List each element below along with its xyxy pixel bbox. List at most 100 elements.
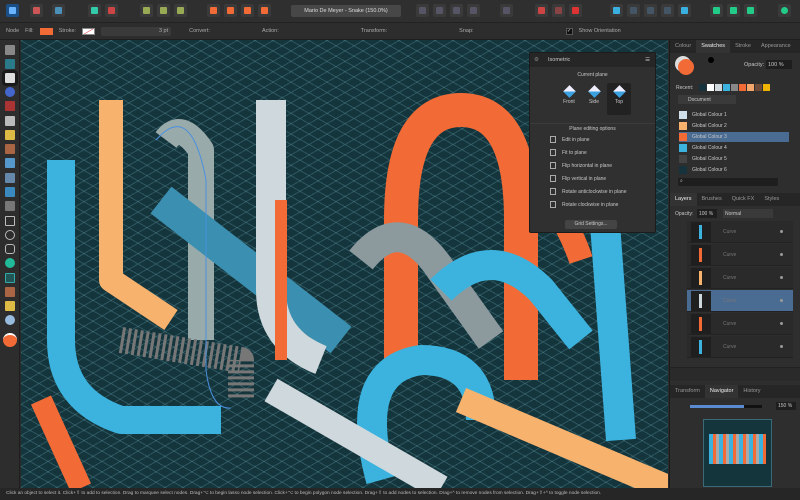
export-persona-icon[interactable] [52, 4, 65, 17]
opacity-field[interactable]: 100 % [766, 60, 792, 69]
swatch-search-input[interactable]: ⌕ [678, 178, 778, 186]
mask-icon[interactable] [552, 4, 565, 17]
zoom-field[interactable]: 150 % [776, 402, 796, 410]
layer-opacity-field[interactable]: 100 % [697, 209, 717, 218]
recent-color-swatch[interactable] [731, 84, 738, 91]
flip-horizontal-button[interactable]: Flip horizontal in plane [550, 162, 612, 169]
visibility-icon[interactable] [780, 322, 783, 325]
corner-tool-icon[interactable] [5, 101, 15, 111]
flip-vertical-icon[interactable] [433, 4, 446, 17]
layers-footer-buttons[interactable] [670, 367, 800, 381]
measure-tool-icon[interactable] [5, 301, 15, 311]
magnet-snap-icon[interactable] [569, 4, 582, 17]
tab-layers[interactable]: Layers [670, 193, 697, 206]
visibility-icon[interactable] [780, 345, 783, 348]
gear-icon[interactable]: ⚙ [534, 57, 548, 63]
tab-colour[interactable]: Colour [670, 40, 696, 53]
tab-styles[interactable]: Styles [759, 193, 784, 206]
layer-row[interactable]: Curve [687, 336, 793, 358]
swatch-item[interactable]: Global Colour 5 [679, 154, 789, 164]
fill-swatch[interactable] [39, 27, 53, 35]
recent-color-swatch[interactable] [747, 84, 754, 91]
plane-side-button[interactable]: Side [582, 83, 606, 115]
tab-transform[interactable]: Transform [670, 385, 705, 398]
pixel-persona-icon[interactable] [30, 4, 43, 17]
recent-color-swatch[interactable] [707, 84, 714, 91]
swatch-item[interactable]: Global Colour 3 [679, 132, 789, 142]
crop-tool-icon[interactable] [5, 201, 15, 211]
grid-icon[interactable] [157, 4, 170, 17]
rotate-icon[interactable] [450, 4, 463, 17]
pen-tool-icon[interactable] [5, 116, 15, 126]
layer-row[interactable]: Curve [687, 267, 793, 289]
boolean-intersect-icon[interactable] [644, 4, 657, 17]
fill-stroke-color-icon[interactable] [3, 333, 17, 347]
geometry-2-icon[interactable] [727, 4, 740, 17]
tab-stroke[interactable]: Stroke [730, 40, 756, 53]
boolean-subtract-icon[interactable] [627, 4, 640, 17]
swatch-item[interactable]: Global Colour 4 [679, 143, 789, 153]
plane-front-button[interactable]: Front [557, 83, 581, 115]
edit-in-plane-button[interactable]: Edit in plane [550, 136, 590, 143]
flip-horizontal-icon[interactable] [416, 4, 429, 17]
palette-select[interactable]: Document [678, 95, 736, 104]
fill-color-well[interactable] [678, 59, 694, 75]
recent-color-swatch[interactable] [739, 84, 746, 91]
layer-row[interactable]: Curve [687, 221, 793, 243]
align-left-icon[interactable] [500, 4, 513, 17]
flip-vertical-button[interactable]: Flip vertical in plane [550, 175, 606, 182]
boolean-divide-icon[interactable] [678, 4, 691, 17]
arrange-forward-icon[interactable] [224, 4, 237, 17]
arrange-bottom-icon[interactable] [258, 4, 271, 17]
arrange-front-icon[interactable] [207, 4, 220, 17]
tab-navigator[interactable]: Navigator [704, 385, 739, 398]
visibility-icon[interactable] [780, 253, 783, 256]
layer-row[interactable]: Curve [687, 290, 793, 312]
tab-quick-fx[interactable]: Quick FX [727, 193, 760, 206]
layer-row[interactable]: Curve [687, 244, 793, 266]
tab-history[interactable]: History [738, 385, 765, 398]
recent-color-swatch[interactable] [755, 84, 762, 91]
pencil-tool-icon[interactable] [5, 130, 15, 140]
node-tool-icon[interactable] [2, 70, 18, 86]
snap-settings-icon[interactable] [88, 4, 101, 17]
black-swatch[interactable] [708, 57, 714, 63]
brush-tool-icon[interactable] [5, 144, 15, 154]
layer-row[interactable]: Curve [687, 313, 793, 335]
rotate-anticlockwise-button[interactable]: Rotate anticlockwise in plane [550, 188, 626, 195]
swatch-item[interactable]: Global Colour 1 [679, 110, 789, 120]
blend-mode-select[interactable]: Normal [723, 209, 773, 218]
recent-color-swatch[interactable] [723, 84, 730, 91]
zoom-tool-icon[interactable] [5, 315, 15, 325]
shape-tool-icon[interactable] [5, 258, 15, 268]
swatch-item[interactable]: Global Colour 6 [679, 165, 789, 175]
link-icon[interactable] [174, 4, 187, 17]
rotate-cw-icon[interactable] [467, 4, 480, 17]
text-tool-icon[interactable] [5, 273, 15, 283]
visibility-icon[interactable] [780, 230, 783, 233]
recent-color-swatch[interactable] [763, 84, 770, 91]
boolean-xor-icon[interactable] [661, 4, 674, 17]
crop-icon[interactable] [535, 4, 548, 17]
stroke-swatch[interactable] [82, 27, 96, 35]
geometry-3-icon[interactable] [744, 4, 757, 17]
boolean-add-icon[interactable] [610, 4, 623, 17]
document-tab[interactable]: Mario De Meyer - Snake (150.0%) [291, 5, 401, 17]
panel-menu-icon[interactable]: ☰ [645, 57, 650, 63]
place-image-tool-icon[interactable] [5, 187, 15, 197]
snapping-toggle-icon[interactable] [105, 4, 118, 17]
ellipse-tool-icon[interactable] [5, 230, 15, 240]
recent-color-swatch[interactable] [715, 84, 722, 91]
grid-settings-button[interactable]: Grid Settings... [565, 220, 617, 229]
tab-isometric[interactable]: Isometric [548, 57, 570, 63]
rotate-clockwise-button[interactable]: Rotate clockwise in plane [550, 201, 618, 208]
transparency-tool-icon[interactable] [5, 173, 15, 183]
stroke-width-slider[interactable]: 3 pt [101, 26, 172, 36]
recent-color-swatch[interactable] [699, 84, 706, 91]
visibility-icon[interactable] [780, 276, 783, 279]
fill-tool-icon[interactable] [5, 158, 15, 168]
show-orientation-checkbox[interactable]: ✓ [565, 27, 573, 35]
color-picker-tool-icon[interactable] [5, 287, 15, 297]
tab-swatches[interactable]: Swatches [696, 40, 731, 53]
geometry-icon[interactable] [710, 4, 723, 17]
